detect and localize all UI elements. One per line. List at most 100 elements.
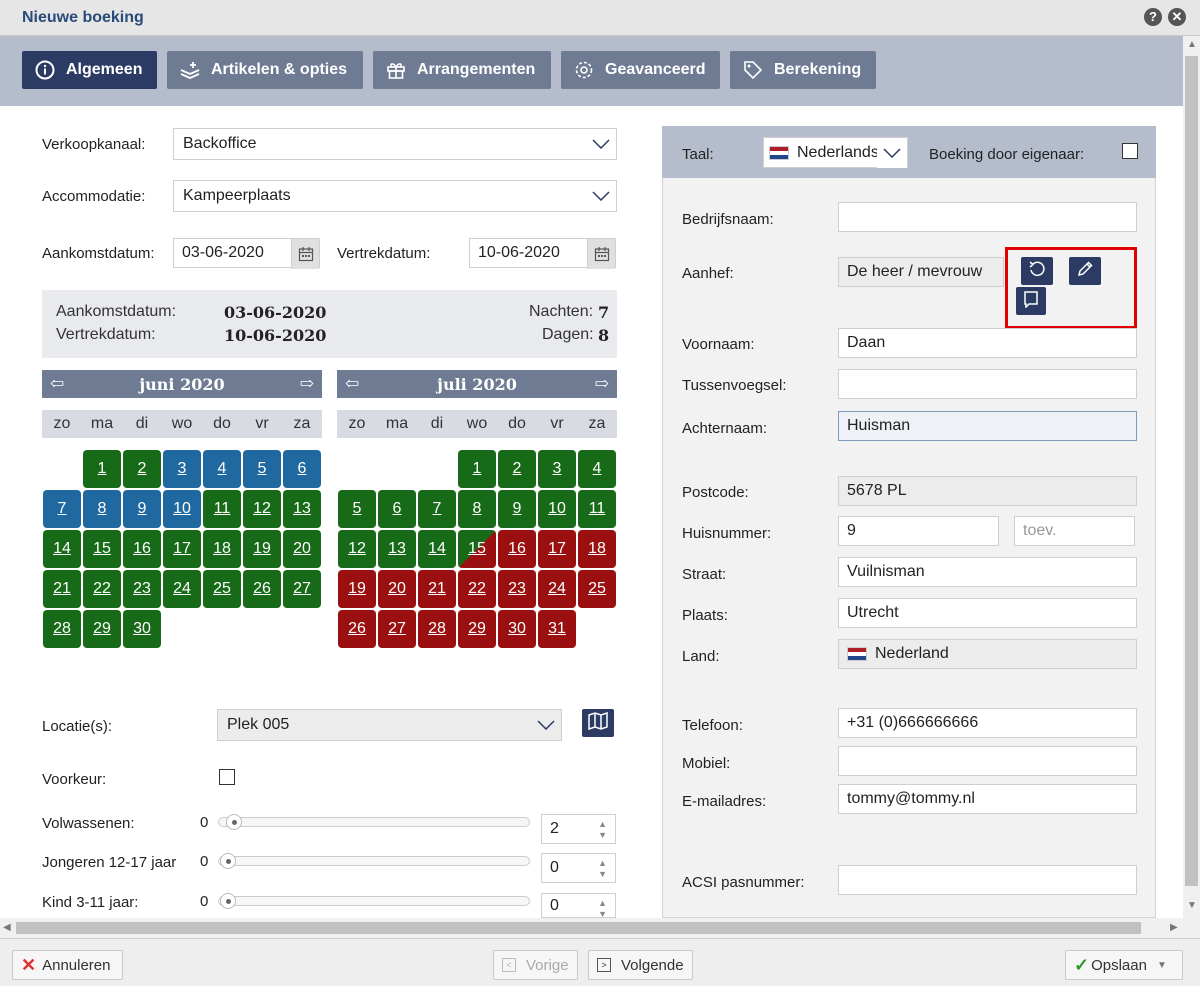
caret-down-icon[interactable]: ▼ [1157,960,1167,971]
calendar-day[interactable]: 14 [43,530,81,568]
slider-handle[interactable] [220,853,236,869]
tab-algemeen[interactable]: Algemeen [22,51,157,89]
calendar-day[interactable]: 29 [458,610,496,648]
scrollbar-thumb[interactable] [16,922,1141,934]
volwassenen-stepper[interactable]: 2 ▲ ▼ [541,814,616,844]
calendar-icon[interactable] [291,239,319,269]
calendar-day[interactable]: 11 [203,490,241,528]
bedrijfsnaam-input[interactable] [838,202,1137,232]
next-month-icon[interactable]: ⇨ [595,374,609,394]
scroll-right-icon[interactable]: ▶ [1170,922,1178,933]
calendar-day[interactable]: 4 [203,450,241,488]
aankomstdatum-input[interactable]: 03-06-2020 [173,238,320,269]
calendar-day[interactable]: 17 [538,530,576,568]
calendar-day[interactable]: 30 [498,610,536,648]
calendar-day[interactable]: 21 [43,570,81,608]
eigenaar-checkbox[interactable] [1122,143,1138,159]
calendar-day[interactable]: 26 [243,570,281,608]
scroll-left-icon[interactable]: ◀ [3,922,11,933]
calendar-day[interactable]: 21 [418,570,456,608]
kind-slider[interactable] [218,896,530,906]
calendar-day[interactable]: 3 [538,450,576,488]
calendar-day[interactable]: 22 [83,570,121,608]
acsi-input[interactable] [838,865,1137,895]
spin-arrows-icon[interactable]: ▲ ▼ [598,858,607,880]
next-button[interactable]: > Volgende [588,950,693,980]
kind-stepper[interactable]: 0 ▲ ▼ [541,893,616,920]
aanhef-input[interactable]: De heer / mevrouw [838,257,1004,287]
calendar-day[interactable]: 30 [123,610,161,648]
accommodatie-select[interactable]: Kampeerplaats [173,180,617,212]
calendar-day[interactable]: 15 [83,530,121,568]
prev-month-icon[interactable]: ⇦ [50,374,64,394]
locatie-select[interactable]: Plek 005 [217,709,562,741]
achternaam-input[interactable]: Huisman [838,411,1137,441]
verkoopkanaal-select[interactable]: Backoffice [173,128,617,160]
calendar-day[interactable]: 31 [538,610,576,648]
calendar-day[interactable]: 2 [498,450,536,488]
calendar-day[interactable]: 13 [283,490,321,528]
calendar-day[interactable]: 7 [418,490,456,528]
calendar-day[interactable]: 14 [418,530,456,568]
save-button[interactable]: ✓ Opslaan ▼ [1065,950,1183,980]
tussenvoegsel-input[interactable] [838,369,1137,399]
calendar-day[interactable]: 26 [338,610,376,648]
calendar-day[interactable]: 20 [378,570,416,608]
mobiel-input[interactable] [838,746,1137,776]
map-button[interactable] [582,709,614,737]
calendar-day[interactable]: 11 [578,490,616,528]
calendar-day[interactable]: 24 [163,570,201,608]
slider-handle[interactable] [220,893,236,909]
calendar-day[interactable]: 9 [123,490,161,528]
spin-arrows-icon[interactable]: ▲ ▼ [598,819,607,841]
volwassenen-slider[interactable] [218,817,530,827]
calendar-day[interactable]: 5 [338,490,376,528]
plaats-input[interactable]: Utrecht [838,598,1137,628]
calendar-day[interactable]: 12 [243,490,281,528]
calendar-day[interactable]: 5 [243,450,281,488]
telefoon-input[interactable]: +31 (0)666666666 [838,708,1137,738]
calendar-day[interactable]: 27 [283,570,321,608]
email-input[interactable]: tommy@tommy.nl [838,784,1137,814]
tab-berekening[interactable]: Berekening [730,51,876,89]
prev-button[interactable]: < Vorige [493,950,578,980]
tab-artikelen[interactable]: Artikelen & opties [167,51,363,89]
calendar-day[interactable]: 1 [83,450,121,488]
calendar-day[interactable]: 9 [498,490,536,528]
next-month-icon[interactable]: ⇨ [300,374,314,394]
calendar-day[interactable]: 17 [163,530,201,568]
calendar-day[interactable]: 22 [458,570,496,608]
calendar-day[interactable]: 19 [338,570,376,608]
calendar-day[interactable]: 6 [378,490,416,528]
jongeren-slider[interactable] [218,856,530,866]
straat-input[interactable]: Vuilnisman [838,557,1137,587]
calendar-day[interactable]: 16 [498,530,536,568]
calendar-day[interactable]: 15 [458,530,496,568]
jongeren-stepper[interactable]: 0 ▲ ▼ [541,853,616,883]
calendar-day[interactable]: 25 [203,570,241,608]
calendar-day[interactable]: 10 [538,490,576,528]
prev-month-icon[interactable]: ⇦ [345,374,359,394]
close-icon[interactable]: ✕ [1168,8,1186,26]
calendar-day[interactable]: 3 [163,450,201,488]
spin-arrows-icon[interactable]: ▲ ▼ [598,898,607,920]
scrollbar-thumb[interactable] [1185,56,1198,886]
calendar-icon[interactable] [587,239,615,269]
voornaam-input[interactable]: Daan [838,328,1137,358]
cancel-button[interactable]: ✕ Annuleren [12,950,123,980]
calendar-day[interactable]: 28 [43,610,81,648]
calendar-day[interactable]: 27 [378,610,416,648]
vertrekdatum-input[interactable]: 10-06-2020 [469,238,616,269]
calendar-day[interactable]: 13 [378,530,416,568]
land-select[interactable]: Nederland [838,639,1137,669]
calendar-day[interactable]: 23 [123,570,161,608]
calendar-day[interactable]: 10 [163,490,201,528]
scroll-down-icon[interactable]: ▼ [1187,900,1197,911]
postcode-input[interactable]: 5678 PL [838,476,1137,506]
horizontal-scrollbar[interactable]: ◀ ▶ [0,918,1200,938]
scroll-up-icon[interactable]: ▲ [1187,39,1197,50]
calendar-day[interactable]: 4 [578,450,616,488]
calendar-day[interactable]: 1 [458,450,496,488]
taal-select[interactable]: Nederlands [763,137,908,168]
calendar-day[interactable]: 2 [123,450,161,488]
